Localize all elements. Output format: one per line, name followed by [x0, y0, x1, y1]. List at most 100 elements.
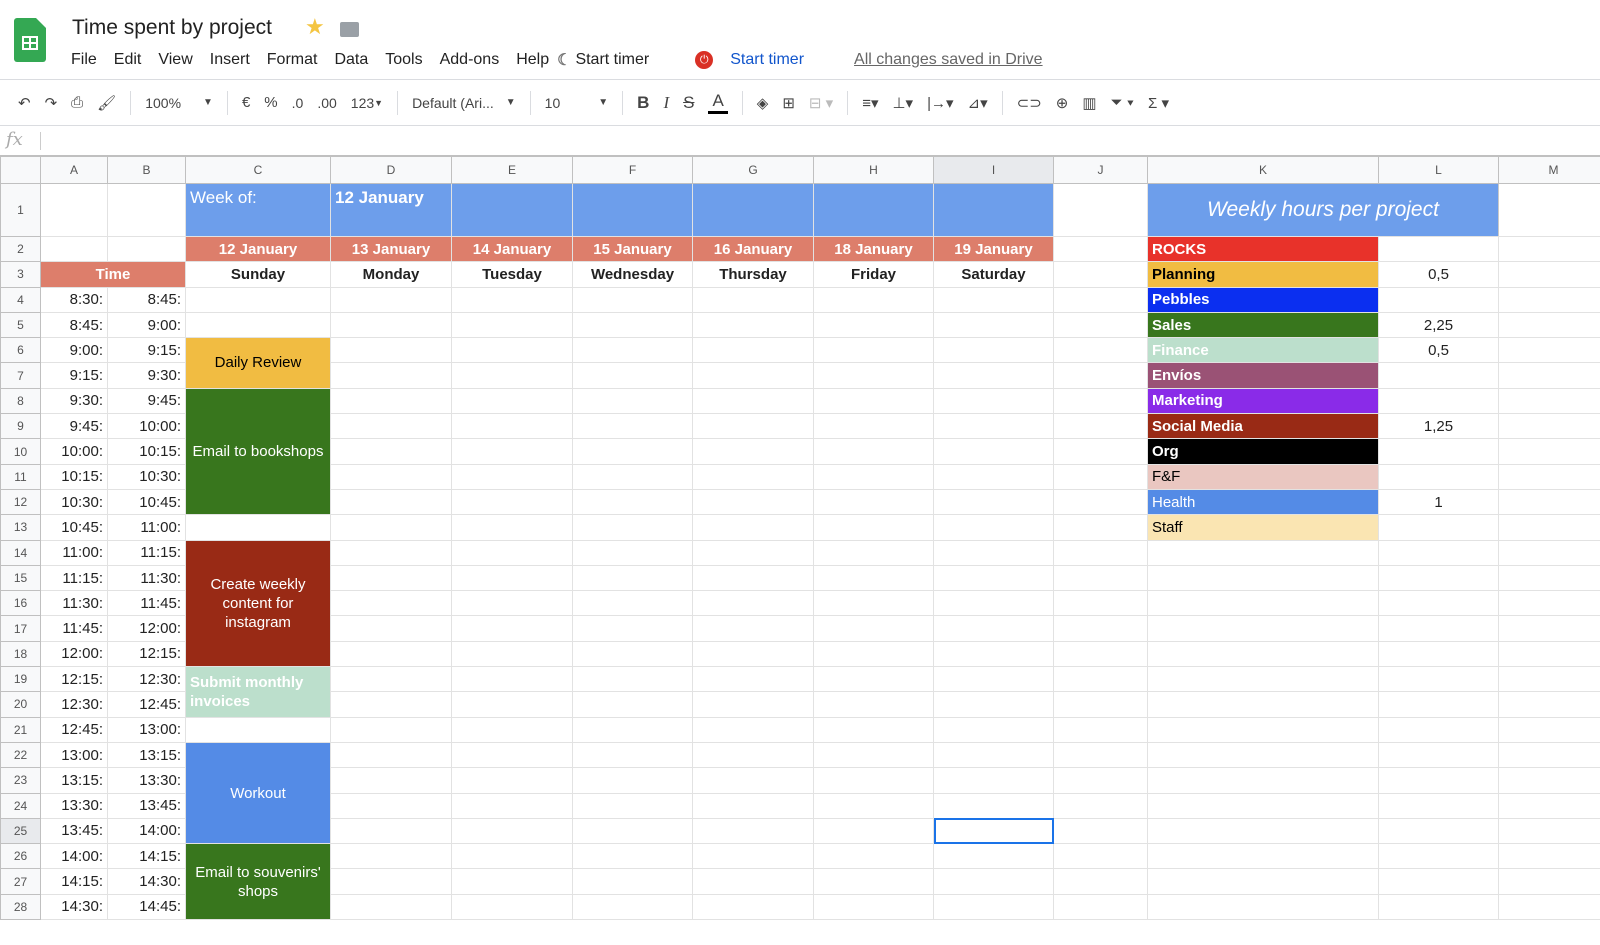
schedule-cell[interactable] — [692, 843, 814, 870]
week-of-label[interactable]: Week of: — [185, 183, 331, 237]
schedule-cell[interactable] — [933, 337, 1054, 364]
schedule-cell[interactable] — [813, 362, 934, 389]
schedule-cell[interactable] — [572, 286, 693, 313]
schedule-cell[interactable] — [451, 792, 573, 819]
schedule-cell[interactable] — [330, 337, 452, 364]
cell-k[interactable] — [1147, 741, 1379, 769]
schedule-cell[interactable] — [813, 691, 934, 718]
header-cell[interactable] — [572, 183, 693, 237]
cell-m[interactable] — [1498, 691, 1600, 718]
row-header[interactable]: 26 — [0, 843, 41, 870]
project-label[interactable]: F&F — [1147, 463, 1379, 490]
schedule-cell[interactable] — [451, 539, 573, 566]
cell-k[interactable] — [1147, 666, 1379, 693]
schedule-cell[interactable] — [330, 564, 452, 592]
cell-j[interactable] — [1053, 514, 1148, 541]
menu-tools[interactable]: Tools — [385, 51, 422, 69]
schedule-cell[interactable] — [813, 640, 934, 668]
cell-j[interactable] — [1053, 868, 1148, 895]
schedule-cell[interactable] — [933, 868, 1054, 895]
menu-edit[interactable]: Edit — [114, 51, 142, 69]
schedule-cell[interactable] — [572, 767, 693, 794]
column-header-l[interactable]: L — [1378, 156, 1499, 184]
header-cell[interactable] — [813, 183, 934, 237]
cell-j[interactable] — [1053, 286, 1148, 313]
cell-m[interactable] — [1498, 463, 1600, 490]
row-header[interactable]: 18 — [0, 640, 41, 668]
schedule-cell[interactable] — [813, 767, 934, 794]
schedule-cell[interactable] — [933, 286, 1054, 313]
schedule-cell[interactable] — [572, 590, 693, 617]
project-label[interactable]: Pebbles — [1147, 286, 1379, 313]
cell-m[interactable] — [1498, 640, 1600, 668]
vertical-align-icon[interactable]: ⊥▾ — [892, 94, 913, 112]
schedule-cell[interactable] — [330, 286, 452, 313]
schedule-cell[interactable] — [185, 311, 331, 339]
select-all-corner[interactable] — [0, 156, 41, 184]
legend-title[interactable]: Weekly hours per project — [1147, 183, 1499, 237]
row-header[interactable]: 23 — [0, 767, 41, 794]
start-time-cell[interactable]: 13:15: — [40, 767, 108, 794]
column-header-f[interactable]: F — [572, 156, 693, 184]
schedule-cell[interactable] — [692, 514, 814, 541]
end-time-cell[interactable]: 12:15: — [107, 640, 186, 668]
week-of-value[interactable]: 12 January — [330, 183, 452, 237]
schedule-cell[interactable] — [813, 868, 934, 895]
schedule-cell[interactable] — [813, 741, 934, 769]
start-time-cell[interactable]: 13:45: — [40, 817, 108, 845]
schedule-cell[interactable] — [451, 716, 573, 743]
schedule-cell[interactable] — [933, 438, 1054, 465]
row-header[interactable]: 27 — [0, 868, 41, 895]
schedule-cell[interactable] — [933, 666, 1054, 693]
schedule-cell[interactable] — [451, 311, 573, 339]
schedule-cell[interactable] — [451, 691, 573, 718]
row-header[interactable]: 15 — [0, 564, 41, 592]
schedule-cell[interactable] — [572, 438, 693, 465]
schedule-cell[interactable] — [185, 286, 331, 313]
end-time-cell[interactable]: 9:15: — [107, 337, 186, 364]
project-hours[interactable] — [1378, 235, 1499, 263]
cell-l[interactable] — [1378, 716, 1499, 743]
cell-k[interactable] — [1147, 767, 1379, 794]
sheets-logo-icon[interactable] — [14, 18, 46, 62]
schedule-cell[interactable] — [933, 817, 1054, 845]
cell-m[interactable] — [1498, 868, 1600, 895]
schedule-cell[interactable] — [451, 666, 573, 693]
menu-file[interactable]: File — [71, 51, 97, 69]
schedule-cell[interactable] — [451, 286, 573, 313]
cell-k[interactable] — [1147, 539, 1379, 566]
end-time-cell[interactable]: 14:00: — [107, 817, 186, 845]
project-label[interactable]: ROCKS — [1147, 235, 1379, 263]
start-time-cell[interactable]: 9:15: — [40, 362, 108, 389]
cell-j[interactable] — [1053, 893, 1148, 921]
row-header[interactable]: 6 — [0, 337, 41, 364]
project-hours[interactable]: 1,25 — [1378, 413, 1499, 440]
start-time-cell[interactable]: 14:00: — [40, 843, 108, 870]
schedule-cell[interactable] — [692, 387, 814, 415]
end-time-cell[interactable]: 14:15: — [107, 843, 186, 870]
schedule-cell[interactable] — [933, 716, 1054, 743]
schedule-cell[interactable] — [572, 311, 693, 339]
document-title[interactable]: Time spent by project — [72, 16, 272, 40]
schedule-cell[interactable] — [692, 893, 814, 921]
schedule-cell[interactable] — [572, 893, 693, 921]
project-label[interactable]: Health — [1147, 488, 1379, 516]
cell-j[interactable] — [1053, 666, 1148, 693]
cell-k[interactable] — [1147, 868, 1379, 895]
schedule-cell[interactable] — [330, 868, 452, 895]
start-time-cell[interactable]: 11:00: — [40, 539, 108, 566]
save-status-link[interactable]: All changes saved in Drive — [854, 51, 1043, 69]
merge-cells-icon[interactable]: ⊟ ▾ — [809, 94, 833, 112]
schedule-cell[interactable] — [933, 767, 1054, 794]
schedule-cell[interactable] — [692, 716, 814, 743]
row-header[interactable]: 19 — [0, 666, 41, 693]
menu-addons[interactable]: Add-ons — [440, 51, 500, 69]
schedule-cell[interactable] — [813, 286, 934, 313]
schedule-cell[interactable] — [692, 488, 814, 516]
schedule-cell[interactable] — [330, 716, 452, 743]
schedule-cell[interactable] — [451, 640, 573, 668]
schedule-cell[interactable] — [933, 413, 1054, 440]
schedule-cell[interactable] — [572, 615, 693, 642]
schedule-cell[interactable] — [933, 893, 1054, 921]
cell-m[interactable] — [1498, 716, 1600, 743]
